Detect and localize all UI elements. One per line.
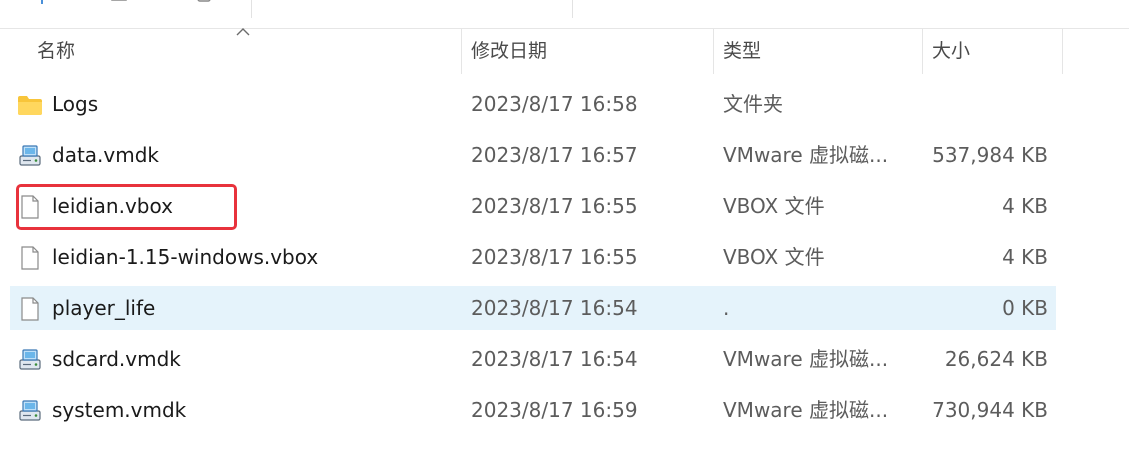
- file-row[interactable]: leidian-1.15-windows.vbox 2023/8/17 16:55…: [10, 235, 1056, 279]
- file-type: VMware 虚拟磁...: [723, 143, 889, 167]
- vmdk-icon: [17, 143, 43, 169]
- copy-icon[interactable]: [195, 0, 213, 4]
- file-name: sdcard.vmdk: [52, 347, 181, 371]
- toolbar-divider: [251, 0, 252, 18]
- file-row[interactable]: system.vmdk 2023/8/17 16:59 VMware 虚拟磁... 7…: [10, 388, 1056, 432]
- cut-icon[interactable]: [110, 0, 128, 4]
- sort-ascending-icon: [236, 28, 250, 36]
- column-divider[interactable]: [1062, 29, 1063, 74]
- file-name: Logs: [52, 92, 99, 116]
- file-row[interactable]: data.vmdk 2023/8/17 16:57 VMware 虚拟磁... 537…: [10, 133, 1056, 177]
- file-modified-date: 2023/8/17 16:55: [471, 194, 638, 218]
- file-type: .: [723, 296, 730, 320]
- file-icon: [17, 245, 43, 271]
- folder-icon: [17, 92, 43, 118]
- column-type-header[interactable]: 类型: [723, 29, 761, 74]
- file-name: leidian-1.15-windows.vbox: [52, 245, 319, 269]
- column-name-header[interactable]: 名称: [37, 29, 75, 74]
- column-divider[interactable]: [922, 29, 923, 74]
- file-type: VMware 虚拟磁...: [723, 347, 889, 371]
- file-size: 4 KB: [1002, 245, 1048, 269]
- file-size: 4 KB: [1002, 194, 1048, 218]
- file-size: 0 KB: [1002, 296, 1048, 320]
- file-icon: [17, 296, 43, 322]
- file-modified-date: 2023/8/17 16:54: [471, 347, 638, 371]
- file-type: VMware 虚拟磁...: [723, 398, 889, 422]
- column-header: 名称 修改日期 类型 大小: [0, 28, 1129, 74]
- file-modified-date: 2023/8/17 16:58: [471, 92, 638, 116]
- file-modified-date: 2023/8/17 16:59: [471, 398, 638, 422]
- file-row[interactable]: sdcard.vmdk 2023/8/17 16:54 VMware 虚拟磁... 2…: [10, 337, 1056, 381]
- column-divider[interactable]: [461, 29, 462, 74]
- file-size: 26,624 KB: [944, 347, 1048, 371]
- toolbar: [0, 0, 1129, 29]
- file-type: 文件夹: [723, 92, 783, 116]
- file-size: 537,984 KB: [932, 143, 1048, 167]
- up-arrow-icon[interactable]: [33, 0, 51, 4]
- file-row[interactable]: Logs 2023/8/17 16:58 文件夹: [10, 82, 1056, 126]
- vmdk-icon: [17, 347, 43, 373]
- file-modified-date: 2023/8/17 16:54: [471, 296, 638, 320]
- vmdk-icon: [17, 398, 43, 424]
- file-type: VBOX 文件: [723, 194, 825, 218]
- file-explorer: 名称 修改日期 类型 大小 Logs 2023/8/17 16:58 文件夹 dat…: [0, 0, 1129, 452]
- file-modified-date: 2023/8/17 16:57: [471, 143, 638, 167]
- file-name: player_life: [52, 296, 156, 320]
- file-modified-date: 2023/8/17 16:55: [471, 245, 638, 269]
- column-divider[interactable]: [713, 29, 714, 74]
- file-row[interactable]: player_life 2023/8/17 16:54. 0 KB: [10, 286, 1056, 330]
- toolbar-divider: [572, 0, 573, 18]
- file-size: 730,944 KB: [932, 398, 1048, 422]
- file-name: data.vmdk: [52, 143, 160, 167]
- file-name: system.vmdk: [52, 398, 187, 422]
- column-date-header[interactable]: 修改日期: [471, 29, 547, 74]
- annotation-highlight-box: [16, 184, 237, 230]
- column-size-header[interactable]: 大小: [932, 29, 970, 74]
- file-type: VBOX 文件: [723, 245, 825, 269]
